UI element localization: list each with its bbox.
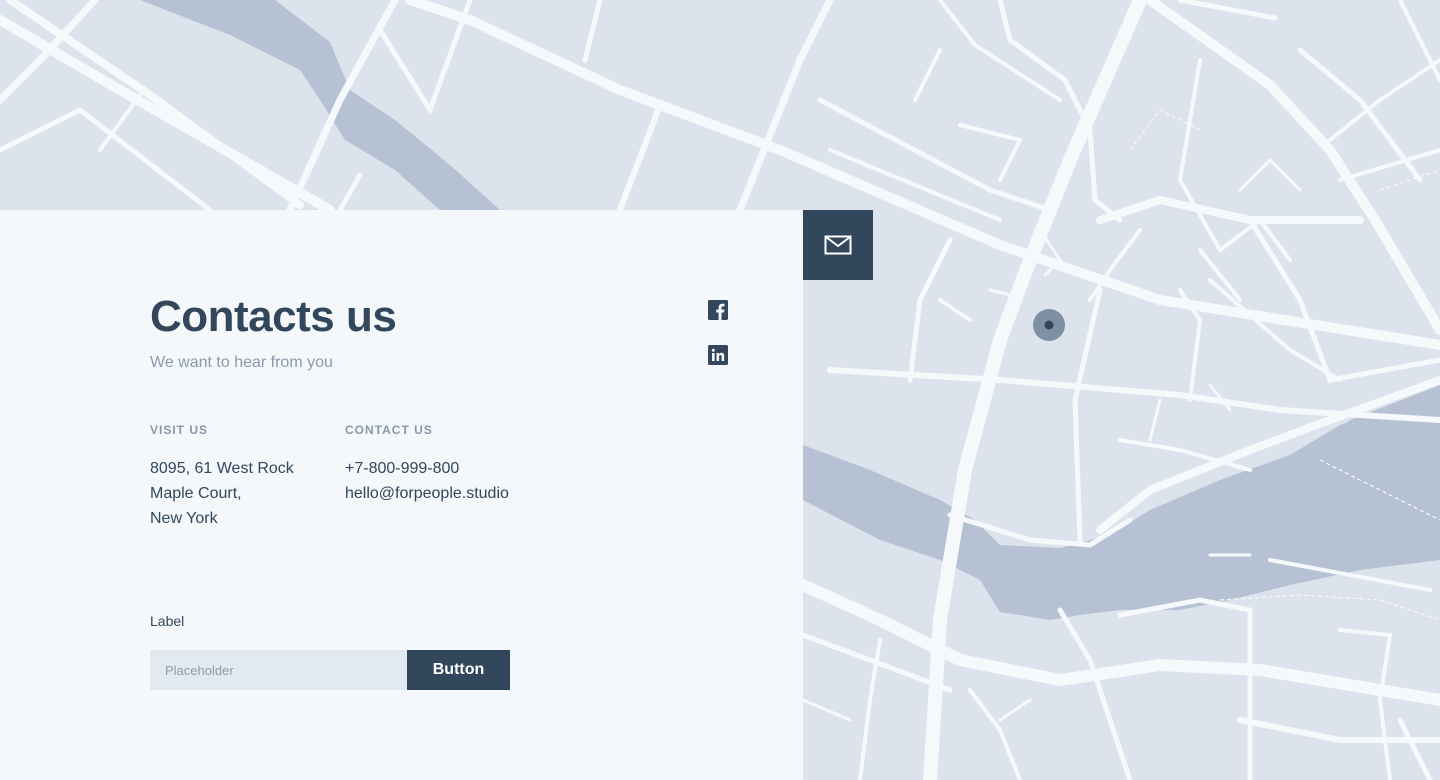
phone-link[interactable]: +7-800-999-800 <box>345 456 509 481</box>
text-input[interactable] <box>150 650 407 690</box>
contact-details: +7-800-999-800 hello@forpeople.studio <box>345 456 509 506</box>
address-line: Maple Court, <box>150 485 242 502</box>
envelope-icon <box>824 235 852 255</box>
submit-button[interactable]: Button <box>407 650 510 690</box>
contact-us-heading: CONTACT US <box>345 423 433 437</box>
address-line: New York <box>150 510 218 527</box>
linkedin-button[interactable] <box>708 345 728 365</box>
address: 8095, 61 West Rock Maple Court, New York <box>150 456 294 531</box>
mail-button[interactable] <box>803 210 873 280</box>
input-label: Label <box>150 613 185 629</box>
linkedin-icon <box>708 345 728 365</box>
address-line: 8095, 61 West Rock <box>150 460 294 477</box>
email-link[interactable]: hello@forpeople.studio <box>345 481 509 506</box>
page-subtitle: We want to hear from you <box>150 354 333 371</box>
facebook-button[interactable] <box>708 300 728 320</box>
facebook-icon <box>708 300 728 320</box>
visit-us-heading: VISIT US <box>150 423 209 437</box>
location-marker-icon[interactable] <box>1033 309 1065 341</box>
page-title: Contacts us <box>150 292 397 341</box>
